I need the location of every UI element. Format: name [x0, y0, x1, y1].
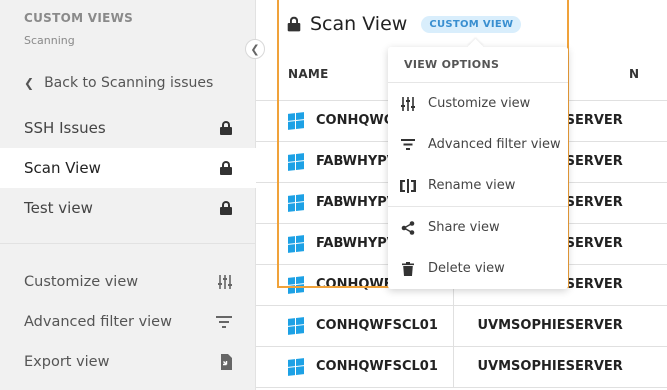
menu-item-label: Delete view [428, 261, 505, 276]
name-text: FABWHYPV [316, 236, 397, 251]
menu-item-label: Advanced filter view [428, 137, 561, 152]
rename-icon [400, 178, 416, 194]
menu-item-label: Rename view [428, 178, 516, 193]
view-item-test-view[interactable]: Test view [0, 188, 256, 228]
name-text: FABWHYPV [316, 195, 397, 210]
windows-icon [288, 111, 304, 130]
view-options-dropdown: VIEW OPTIONS Customize view Advanced fil… [388, 47, 568, 289]
sidebar-advanced-filter-view[interactable]: Advanced filter view [0, 302, 256, 342]
chevron-left-icon: ❮ [24, 76, 35, 90]
windows-icon [288, 152, 304, 171]
name-cell: CONHQWFSCL01 [256, 346, 454, 388]
server-cell: UVMSOPHIESERVER [453, 305, 667, 347]
export-icon [220, 354, 232, 370]
chevron-left-icon: ❮ [250, 42, 260, 56]
action-label: Export view [24, 354, 110, 370]
menu-item-delete-view[interactable]: Delete view [388, 248, 568, 289]
sidebar: CUSTOM VIEWS Scanning ❮ Back to Scanning… [0, 0, 256, 390]
windows-icon [288, 234, 304, 253]
sidebar-export-view[interactable]: Export view [0, 342, 256, 382]
menu-item-label: Share view [428, 220, 500, 235]
custom-view-badge[interactable]: CUSTOM VIEW [421, 15, 522, 33]
back-link[interactable]: ❮ Back to Scanning issues [24, 75, 213, 91]
windows-icon [288, 193, 304, 212]
table-row[interactable]: CONHQWFSCL01 UVMSOPHIESERVER [256, 346, 667, 388]
page-header: Scan View CUSTOM VIEW [256, 0, 667, 48]
windows-icon [288, 275, 304, 294]
name-cell: CONHQWFSCL01 [256, 305, 454, 347]
menu-item-customize-view[interactable]: Customize view [388, 83, 568, 124]
server-cell: UVMSOPHIESERVER [453, 346, 667, 388]
sidebar-actions: Customize view Advanced filter view Expo… [0, 262, 256, 382]
trash-icon [400, 261, 416, 277]
name-text: FABWHYPV [316, 154, 397, 169]
sidebar-divider [0, 243, 256, 244]
windows-icon [288, 316, 304, 335]
lock-icon [220, 121, 232, 135]
sidebar-title: CUSTOM VIEWS [24, 11, 134, 25]
action-label: Advanced filter view [24, 314, 172, 330]
menu-item-share-view[interactable]: Share view [388, 207, 568, 248]
sidebar-customize-view[interactable]: Customize view [0, 262, 256, 302]
sliders-icon [218, 274, 232, 290]
view-item-scan-view[interactable]: Scan View [0, 148, 256, 188]
name-text: CONHQWFSCL01 [316, 359, 438, 374]
view-item-label: Test view [24, 199, 93, 217]
share-icon [400, 220, 416, 236]
page-title: Scan View [310, 13, 408, 35]
windows-icon [288, 357, 304, 376]
lock-icon [220, 201, 232, 215]
table-row[interactable]: CONHQWFSCL01 UVMSOPHIESERVER [256, 305, 667, 347]
sidebar-subtitle: Scanning [24, 34, 75, 47]
lock-icon [220, 161, 232, 175]
filter-icon [216, 316, 232, 328]
view-item-label: SSH Issues [24, 119, 106, 137]
filter-icon [400, 137, 416, 153]
menu-item-rename-view[interactable]: Rename view [388, 165, 568, 206]
sliders-icon [400, 96, 416, 112]
collapse-sidebar-button[interactable]: ❮ [245, 39, 265, 59]
dropdown-header: VIEW OPTIONS [388, 47, 568, 83]
views-list: SSH Issues Scan View Test view [0, 108, 256, 228]
lock-icon [287, 16, 301, 32]
name-text: CONHQWFSCL01 [316, 318, 438, 333]
view-item-ssh-issues[interactable]: SSH Issues [0, 108, 256, 148]
back-link-label: Back to Scanning issues [44, 75, 214, 91]
sidebar-header: CUSTOM VIEWS Scanning [24, 11, 133, 47]
menu-item-advanced-filter-view[interactable]: Advanced filter view [388, 124, 568, 165]
action-label: Customize view [24, 274, 139, 290]
view-item-label: Scan View [24, 159, 101, 177]
menu-item-label: Customize view [428, 96, 531, 111]
